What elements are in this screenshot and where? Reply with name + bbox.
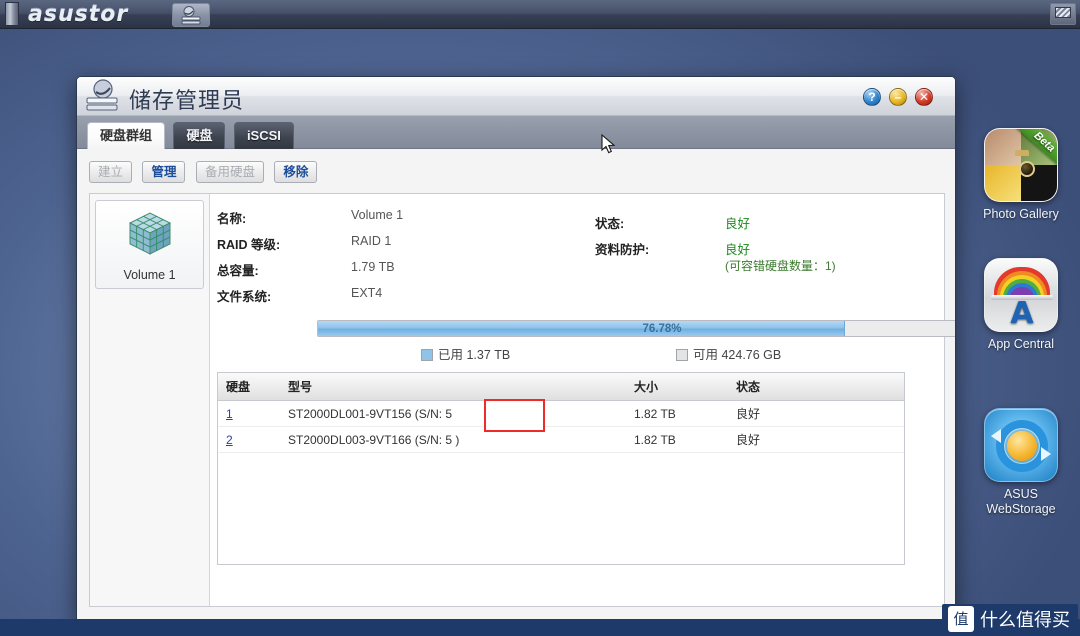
desktop-icon-label-line1: ASUS <box>1003 487 1039 501</box>
page-title: 储存管理员 <box>129 89 245 114</box>
toolbar: 建立 管理 备用硬盘 移除 <box>89 161 323 183</box>
tab-volume-group[interactable]: 硬盘群组 <box>87 122 166 149</box>
storage-manager-icon <box>181 6 201 25</box>
asustor-logo: asustor <box>28 2 129 27</box>
asus-webstorage-icon <box>984 408 1058 482</box>
volume-detail: 名称: Volume 1 RAID 等级: RAID 1 总容量: 1.79 T… <box>211 194 955 606</box>
raid-level-value: RAID 1 <box>351 234 392 248</box>
disk-state: 良好 <box>728 400 904 427</box>
name-label: 名称: <box>217 212 247 226</box>
disk-index-link[interactable]: 2 <box>218 426 280 453</box>
legend-used-swatch <box>421 349 433 361</box>
display-icon[interactable] <box>1050 3 1076 25</box>
minimize-button[interactable]: – <box>889 88 907 106</box>
window-content: 建立 管理 备用硬盘 移除 Volume 1 名称: Volume 1 RAID… <box>77 149 955 620</box>
legend-used-label: 已用 1.37 TB <box>438 348 511 362</box>
mouse-cursor <box>601 134 616 154</box>
watermark: 值 什么值得买 <box>942 604 1078 634</box>
disk-size: 1.82 TB <box>626 400 728 427</box>
desktop-icon-app-central[interactable]: A App Central <box>966 258 1076 352</box>
bottom-taskbar <box>0 619 1080 636</box>
disk-index-anchor[interactable]: 1 <box>226 407 233 421</box>
disk-index-anchor[interactable]: 2 <box>226 433 233 447</box>
legend-free: 可用 424.76 GB <box>676 344 781 363</box>
data-protection-label: 资料防护: <box>595 243 650 257</box>
table-row[interactable]: 1 ST2000DL001-9VT156 (S/N: 5 1.82 TB 良好 <box>218 400 904 427</box>
display-glyph <box>1055 7 1071 18</box>
column-header-disk[interactable]: 硬盘 <box>218 373 280 401</box>
tab-disk[interactable]: 硬盘 <box>173 122 226 149</box>
legend-free-swatch <box>676 349 688 361</box>
window-titlebar[interactable]: 储存管理员 ? – ✕ <box>77 77 955 116</box>
table-row[interactable]: 2 ST2000DL003-9VT166 (S/N: 5 ) 1.82 TB 良… <box>218 426 904 453</box>
disk-size: 1.82 TB <box>626 426 728 453</box>
filesystem-label: 文件系统: <box>217 290 272 304</box>
volume-list: Volume 1 <box>90 194 210 606</box>
volume-cube-icon <box>128 212 171 255</box>
help-button[interactable]: ? <box>863 88 881 106</box>
watermark-logo: 值 <box>948 606 974 632</box>
column-header-state[interactable]: 状态 <box>728 373 904 401</box>
data-protection-value: 良好 <box>725 243 751 257</box>
photo-gallery-icon: Beta <box>984 128 1058 202</box>
disk-index-link[interactable]: 1 <box>218 400 280 427</box>
app-central-icon: A <box>984 258 1058 332</box>
legend-used: 已用 1.37 TB <box>421 344 510 363</box>
storage-manager-window: 储存管理员 ? – ✕ 硬盘群组 硬盘 iSCSI 建立 管理 备用硬盘 移除 <box>76 76 956 621</box>
tab-iscsi[interactable]: iSCSI <box>233 122 294 149</box>
watermark-text: 什么值得买 <box>980 610 1070 631</box>
desktop-icon-asus-webstorage[interactable]: ASUS WebStorage <box>966 408 1076 517</box>
disk-model: ST2000DL001-9VT156 (S/N: 5 <box>280 400 626 427</box>
topbar-background <box>0 0 1080 28</box>
data-protection-note: (可容错硬盘数量：1) <box>725 259 836 273</box>
capacity-label: 总容量: <box>217 264 259 278</box>
raid-level-label: RAID 等级: <box>217 238 281 252</box>
legend-free-label: 可用 424.76 GB <box>693 348 782 362</box>
desktop-topbar: asustor <box>0 0 1080 29</box>
desktop-icon-label-line2: WebStorage <box>986 502 1056 516</box>
name-value: Volume 1 <box>351 208 404 222</box>
remove-button[interactable]: 移除 <box>274 161 318 183</box>
volume-panel: Volume 1 名称: Volume 1 RAID 等级: RAID 1 总容… <box>89 193 955 607</box>
spare-disk-button[interactable]: 备用硬盘 <box>195 161 264 183</box>
filesystem-value: EXT4 <box>351 286 383 300</box>
usage-percent-label: 76.78% <box>642 323 682 335</box>
desktop-icon-label: Photo Gallery <box>983 207 1059 221</box>
disk-model: ST2000DL003-9VT166 (S/N: 5 ) <box>280 426 626 453</box>
desktop-icon-label: App Central <box>987 337 1054 351</box>
usage-progress-bar: 76.78% <box>317 320 955 337</box>
taskbar-peek-text <box>0 623 1080 636</box>
disk-table: 硬盘 型号 大小 状态 1 ST2000DL001-9VT156 (S/N: 5… <box>217 372 905 565</box>
capacity-value: 1.79 TB <box>351 260 395 274</box>
desktop-icon-photo-gallery[interactable]: Beta Photo Gallery <box>966 128 1076 222</box>
table-header-row: 硬盘 型号 大小 状态 <box>218 373 904 401</box>
redaction-box <box>484 399 545 432</box>
topbar-grip <box>5 2 19 26</box>
create-button[interactable]: 建立 <box>89 161 133 183</box>
manage-button[interactable]: 管理 <box>142 161 186 183</box>
volume-list-item-label: Volume 1 <box>123 268 176 282</box>
column-header-model[interactable]: 型号 <box>280 373 626 401</box>
disk-state: 良好 <box>728 426 904 453</box>
status-value: 良好 <box>725 217 751 231</box>
tab-bar: 硬盘群组 硬盘 iSCSI <box>77 116 955 149</box>
storage-manager-taskbar-button[interactable] <box>172 3 210 27</box>
volume-list-item-volume-1[interactable]: Volume 1 <box>95 200 204 289</box>
close-button[interactable]: ✕ <box>915 88 933 106</box>
status-label: 状态: <box>595 217 625 231</box>
column-header-size[interactable]: 大小 <box>626 373 728 401</box>
storage-manager-icon <box>86 79 118 111</box>
